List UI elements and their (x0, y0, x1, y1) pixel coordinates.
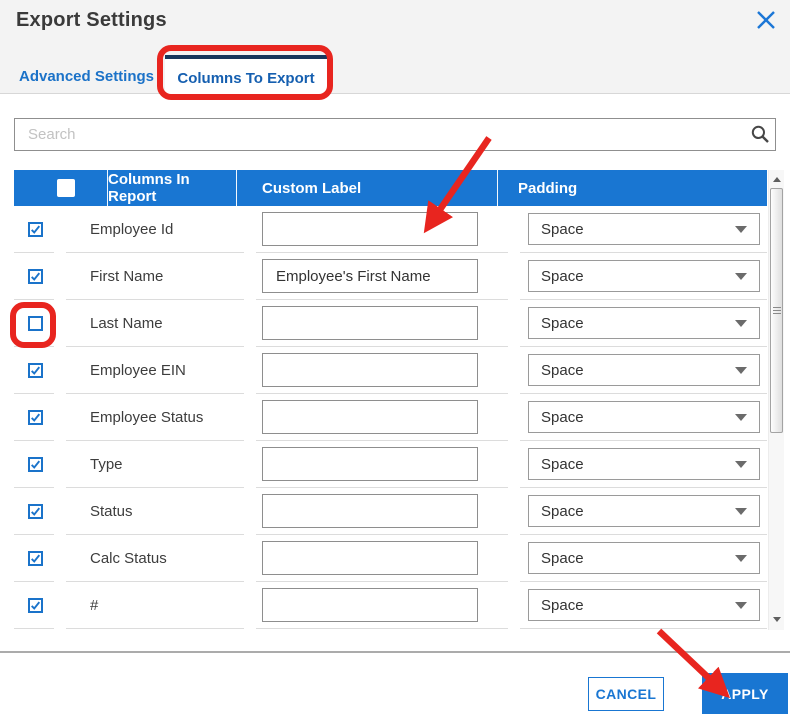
padding-dropdown-value: Space (541, 361, 584, 379)
chevron-down-icon (735, 413, 747, 421)
row-checkbox[interactable] (28, 409, 43, 425)
chevron-down-icon (735, 272, 747, 280)
chevron-down-icon (735, 601, 747, 609)
close-icon[interactable] (755, 9, 777, 31)
padding-dropdown-value: Space (541, 549, 584, 567)
column-name: Employee EIN (90, 361, 186, 379)
column-name: Type (90, 455, 123, 473)
scroll-up-button[interactable] (769, 172, 785, 186)
table-header: Columns In Report Custom Label Padding (14, 170, 767, 206)
row-checkbox[interactable] (28, 268, 43, 284)
padding-dropdown[interactable]: Space (528, 542, 760, 574)
column-name: First Name (90, 267, 164, 285)
padding-dropdown-value: Space (541, 220, 584, 238)
row-checkbox[interactable] (28, 362, 43, 378)
chevron-down-icon (735, 554, 747, 562)
table-row: First Name Space (14, 253, 767, 300)
apply-button[interactable]: APPLY (702, 673, 788, 714)
padding-dropdown[interactable]: Space (528, 589, 760, 621)
triangle-down-icon (773, 616, 781, 622)
table-row: Employee Id Space (14, 206, 767, 253)
row-checkbox[interactable] (28, 597, 43, 613)
table-row: Employee Status Space (14, 394, 767, 441)
row-checkbox[interactable] (28, 221, 43, 237)
table-row: Type Space (14, 441, 767, 488)
padding-dropdown[interactable]: Space (528, 213, 760, 245)
table-row: Last Name Space (14, 300, 767, 347)
triangle-up-icon (773, 176, 781, 182)
custom-label-input[interactable] (262, 259, 478, 293)
row-checkbox[interactable] (28, 456, 43, 472)
select-all-checkbox[interactable] (57, 179, 75, 197)
column-name: Employee Status (90, 408, 204, 426)
padding-dropdown-value: Space (541, 408, 584, 426)
header-custom-label: Custom Label (237, 170, 498, 206)
table-row: Employee EIN Space (14, 347, 767, 394)
chevron-down-icon (735, 460, 747, 468)
padding-dropdown[interactable]: Space (528, 448, 760, 480)
export-settings-dialog: Export Settings Advanced Settings Column… (0, 0, 790, 716)
table-row: Status Space (14, 488, 767, 535)
header-padding: Padding (518, 179, 578, 197)
custom-label-input[interactable] (262, 306, 478, 340)
padding-dropdown-value: Space (541, 455, 584, 473)
row-checkbox[interactable] (28, 503, 43, 519)
tab-advanced-settings[interactable]: Advanced Settings (14, 55, 159, 97)
scrollbar-grip-icon (773, 307, 781, 316)
custom-label-input[interactable] (262, 353, 478, 387)
header-columns-in-report: Columns In Report (108, 170, 237, 206)
custom-label-input[interactable] (262, 494, 478, 528)
chevron-down-icon (735, 319, 747, 327)
chevron-down-icon (735, 507, 747, 515)
column-name: Status (90, 502, 133, 520)
footer-divider (0, 651, 790, 653)
padding-dropdown[interactable]: Space (528, 354, 760, 386)
padding-dropdown-value: Space (541, 596, 584, 614)
padding-dropdown-value: Space (541, 267, 584, 285)
scroll-down-button[interactable] (769, 612, 785, 626)
custom-label-input[interactable] (262, 447, 478, 481)
chevron-down-icon (735, 225, 747, 233)
padding-dropdown[interactable]: Space (528, 260, 760, 292)
column-name: Employee Id (90, 220, 174, 238)
padding-dropdown-value: Space (541, 502, 584, 520)
chevron-down-icon (735, 366, 747, 374)
custom-label-input[interactable] (262, 212, 478, 246)
padding-dropdown-value: Space (541, 314, 584, 332)
table-row: # Space (14, 582, 767, 629)
column-name: # (90, 596, 99, 614)
search-box (14, 118, 776, 151)
row-checkbox[interactable] (28, 315, 43, 331)
padding-dropdown[interactable]: Space (528, 495, 760, 527)
column-name: Last Name (90, 314, 163, 332)
custom-label-input[interactable] (262, 400, 478, 434)
dialog-title: Export Settings (16, 9, 167, 31)
padding-dropdown[interactable]: Space (528, 307, 760, 339)
tab-columns-to-export[interactable]: Columns To Export (165, 55, 327, 98)
search-input[interactable] (15, 119, 745, 150)
padding-dropdown[interactable]: Space (528, 401, 760, 433)
column-name: Calc Status (90, 549, 167, 567)
vertical-scrollbar (768, 170, 784, 630)
scrollbar-thumb[interactable] (770, 188, 783, 433)
row-checkbox[interactable] (28, 550, 43, 566)
search-icon[interactable] (745, 125, 775, 144)
cancel-button[interactable]: CANCEL (588, 677, 664, 711)
custom-label-input[interactable] (262, 588, 478, 622)
custom-label-input[interactable] (262, 541, 478, 575)
table-row: Calc Status Space (14, 535, 767, 582)
table-body: Employee Id Space First Name Employee's … (14, 206, 767, 629)
